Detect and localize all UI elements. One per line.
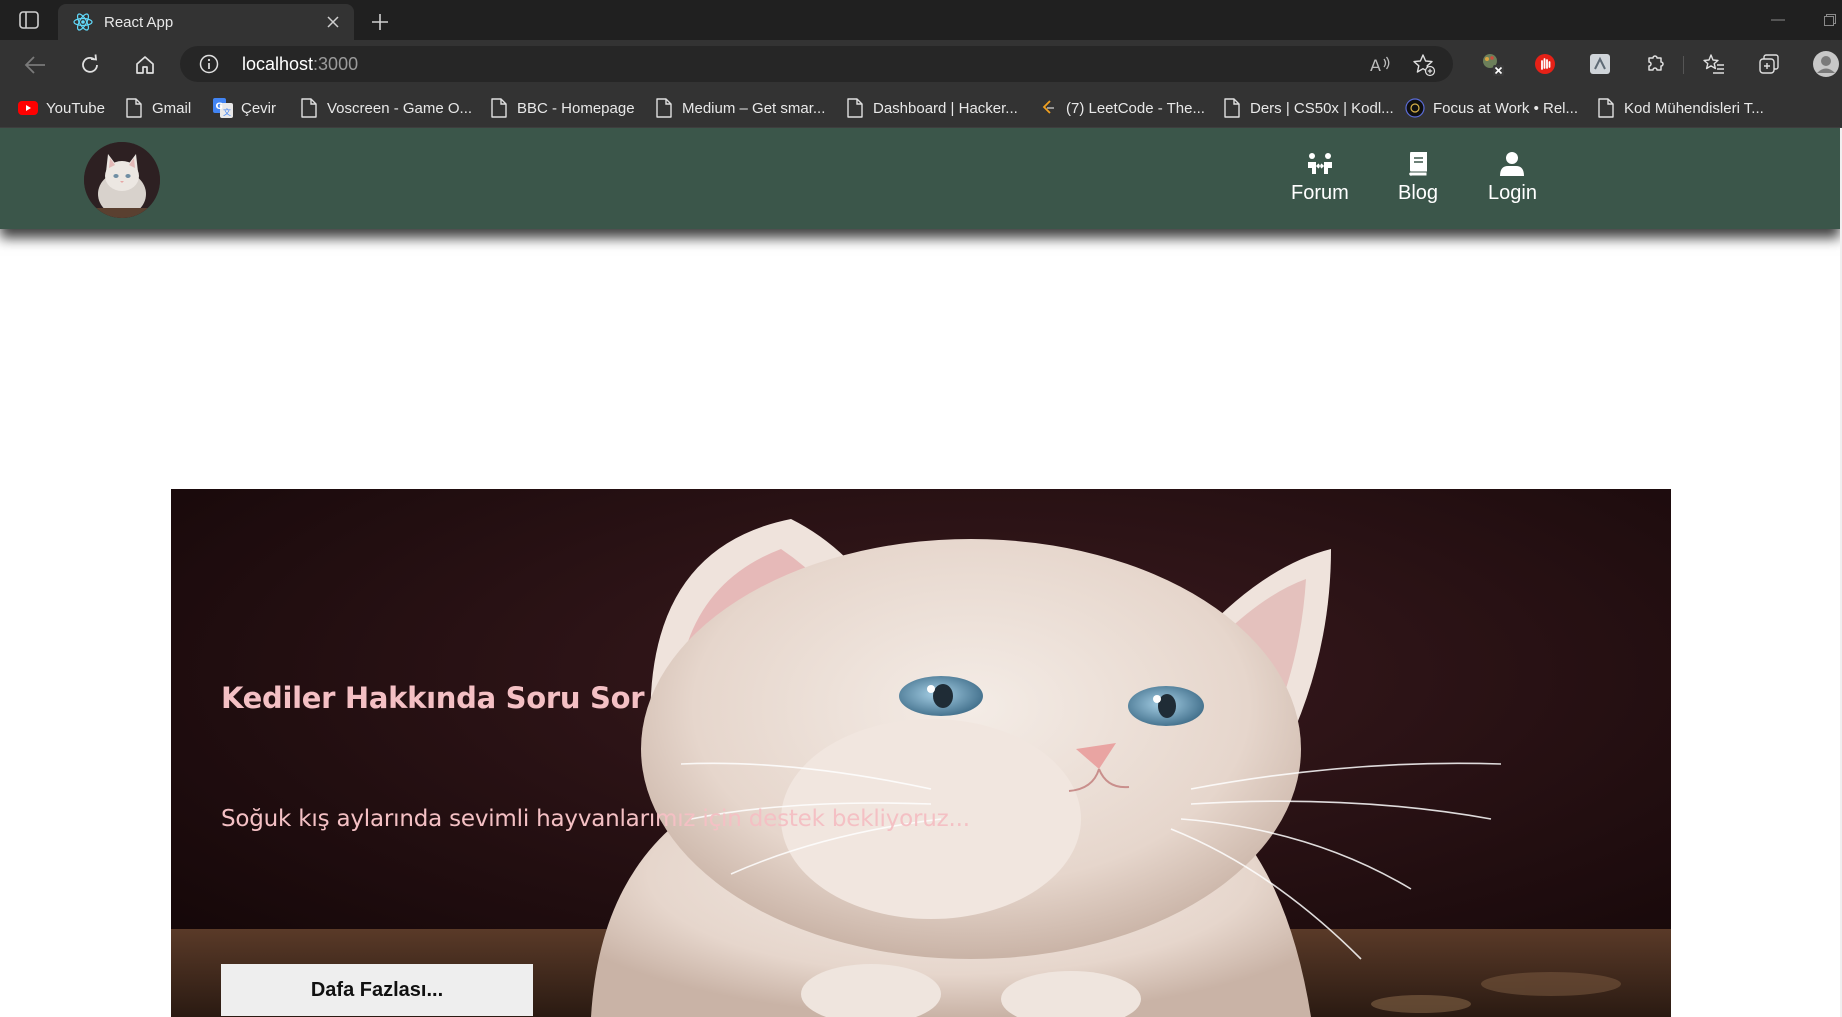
translate-icon: G文 bbox=[213, 98, 233, 118]
extensions-puzzle-icon[interactable] bbox=[1641, 50, 1669, 78]
bookmark-label: BBC - Homepage bbox=[517, 99, 635, 117]
nav-login-label: Login bbox=[1488, 182, 1537, 204]
svg-text:A: A bbox=[1370, 56, 1381, 75]
bookmark-label: Focus at Work • Rel... bbox=[1433, 99, 1579, 117]
more-button[interactable]: Dafa Fazlası... bbox=[221, 964, 533, 1016]
bookmark-kod-muhendisleri[interactable]: Kod Mühendisleri T... bbox=[1596, 96, 1764, 120]
bookmark-label: YouTube bbox=[46, 99, 105, 117]
bookmark-label: Medium – Get smar... bbox=[682, 99, 826, 117]
react-icon bbox=[72, 11, 94, 33]
nav-blog-link[interactable]: Blog bbox=[1398, 150, 1438, 205]
bookmark-gmail[interactable]: Gmail bbox=[124, 96, 191, 120]
profile-avatar-icon[interactable] bbox=[1812, 50, 1840, 78]
nav-forum-label: Forum bbox=[1291, 182, 1349, 204]
svg-text:G: G bbox=[216, 102, 223, 112]
hero-title: Kediler Hakkında Soru Sor bbox=[221, 681, 645, 715]
browser-toolbar: localhost:3000 A bbox=[0, 40, 1842, 88]
site-navbar: Forum Blog Login bbox=[0, 128, 1840, 229]
toolbar-divider bbox=[1683, 56, 1684, 74]
leetcode-icon bbox=[1038, 98, 1058, 118]
favorites-icon[interactable] bbox=[1700, 50, 1728, 78]
page-icon bbox=[1222, 98, 1242, 118]
tab-actions-icon[interactable] bbox=[14, 9, 44, 31]
focus-icon bbox=[1405, 98, 1425, 118]
bookmark-bbc[interactable]: BBC - Homepage bbox=[489, 96, 635, 120]
maximize-window-icon[interactable] bbox=[1818, 10, 1842, 30]
minimize-window-icon[interactable] bbox=[1766, 10, 1790, 30]
url-port: :3000 bbox=[313, 54, 359, 74]
extension-square-icon[interactable] bbox=[1586, 50, 1614, 78]
bookmark-hackerrank[interactable]: Dashboard | Hacker... bbox=[845, 96, 1018, 120]
site-info-icon[interactable] bbox=[198, 53, 220, 75]
book-icon bbox=[1403, 150, 1433, 178]
hero-banner: Kediler Hakkında Soru Sor Soğuk kış ayla… bbox=[171, 489, 1671, 1017]
hero-subtitle: Soğuk kış aylarında sevimli hayvanlarımı… bbox=[221, 806, 970, 832]
browser-tab-bar: React App bbox=[0, 0, 1842, 40]
nav-forum-link[interactable]: Forum bbox=[1291, 150, 1349, 205]
site-logo-cat[interactable] bbox=[84, 142, 160, 218]
user-icon bbox=[1497, 150, 1527, 178]
page-icon bbox=[489, 98, 509, 118]
reload-icon[interactable] bbox=[75, 50, 105, 80]
new-tab-button[interactable] bbox=[366, 8, 394, 36]
read-aloud-icon[interactable]: A bbox=[1368, 53, 1392, 77]
page-icon bbox=[299, 98, 319, 118]
bookmark-label: Çevir bbox=[241, 99, 277, 117]
url-host: localhost bbox=[242, 54, 314, 74]
page-icon bbox=[845, 98, 865, 118]
page-icon bbox=[1596, 98, 1616, 118]
bookmark-cevir[interactable]: G文 Çevir bbox=[213, 96, 276, 120]
bookmark-label: Voscreen - Game O... bbox=[327, 99, 473, 117]
page-viewport: Forum Blog Login Kediler Hakkında Soru S… bbox=[0, 128, 1842, 1017]
bookmark-cs50x[interactable]: Ders | CS50x | Kodl... bbox=[1222, 96, 1394, 120]
bookmark-label: Ders | CS50x | Kodl... bbox=[1250, 99, 1394, 117]
url-text: localhost:3000 bbox=[242, 54, 358, 75]
bookmark-voscreen[interactable]: Voscreen - Game O... bbox=[299, 96, 472, 120]
extension-hand-icon[interactable] bbox=[1531, 50, 1559, 78]
tab-title: React App bbox=[104, 13, 174, 31]
bookmark-focus-at-work[interactable]: Focus at Work • Rel... bbox=[1405, 96, 1578, 120]
bookmark-label: Gmail bbox=[152, 99, 192, 117]
bookmark-youtube[interactable]: YouTube bbox=[18, 96, 105, 120]
home-icon[interactable] bbox=[130, 50, 160, 80]
bookmark-leetcode[interactable]: (7) LeetCode - The... bbox=[1038, 96, 1205, 120]
bookmark-medium[interactable]: Medium – Get smar... bbox=[654, 96, 825, 120]
bookmark-label: Kod Mühendisleri T... bbox=[1624, 99, 1764, 117]
hero-kitten-image bbox=[171, 489, 1671, 1017]
bookmarks-bar: YouTube Gmail G文 Çevir Voscreen - Game O… bbox=[0, 88, 1842, 128]
svg-text:文: 文 bbox=[223, 107, 231, 117]
address-bar[interactable]: localhost:3000 A bbox=[180, 46, 1453, 82]
add-favorite-icon[interactable] bbox=[1412, 53, 1436, 77]
nav-login-link[interactable]: Login bbox=[1488, 150, 1537, 205]
back-arrow-icon[interactable] bbox=[20, 50, 50, 80]
collections-icon[interactable] bbox=[1755, 50, 1783, 78]
close-tab-icon[interactable] bbox=[322, 11, 344, 33]
bookmark-label: (7) LeetCode - The... bbox=[1066, 99, 1205, 117]
bookmark-label: Dashboard | Hacker... bbox=[873, 99, 1018, 117]
nav-blog-label: Blog bbox=[1398, 182, 1439, 204]
people-arrows-icon bbox=[1305, 150, 1335, 178]
page-icon bbox=[654, 98, 674, 118]
browser-tab-active[interactable]: React App bbox=[58, 4, 354, 40]
youtube-icon bbox=[18, 98, 38, 118]
page-icon bbox=[124, 98, 144, 118]
extension-palette-icon[interactable] bbox=[1478, 50, 1506, 78]
